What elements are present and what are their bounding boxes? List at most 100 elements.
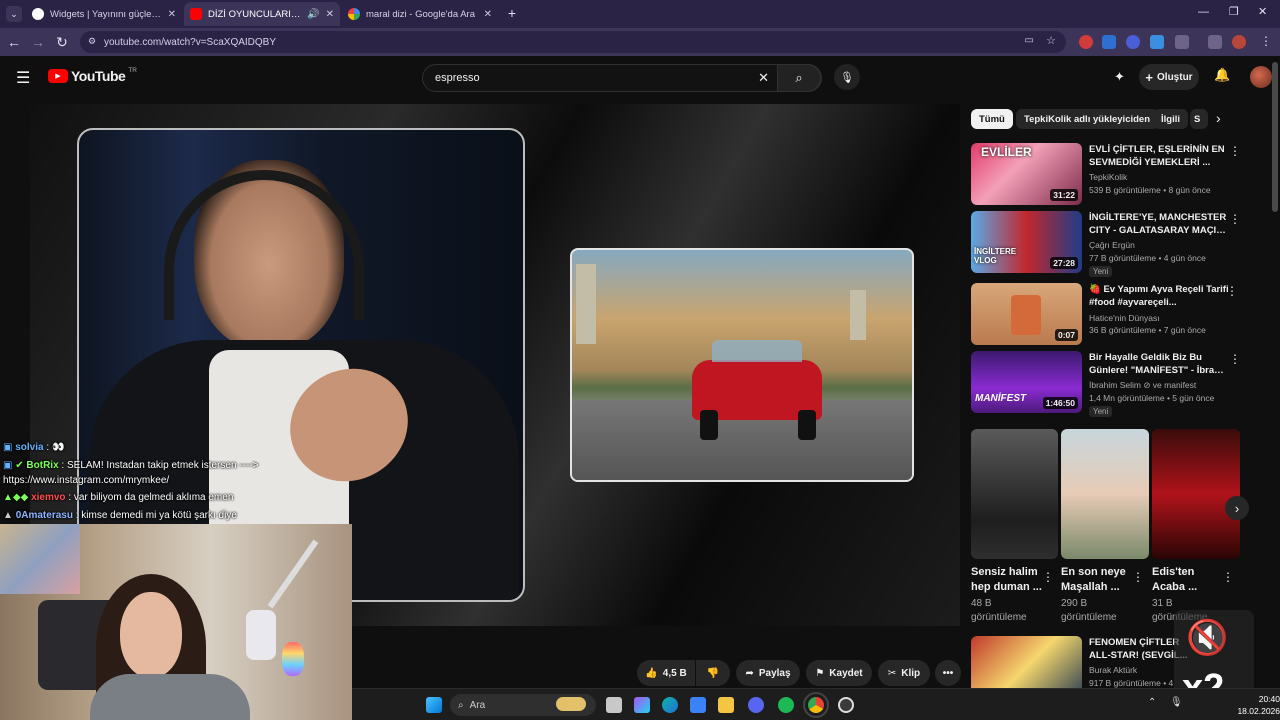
- channel-name[interactable]: Hatice'nin Dünyası: [1089, 313, 1160, 323]
- short-menu-icon[interactable]: ⋮: [1132, 571, 1144, 583]
- extension-translate-icon[interactable]: [1102, 35, 1116, 49]
- edge-browser-icon[interactable]: [662, 697, 678, 713]
- studio-icon[interactable]: ✦: [1114, 69, 1125, 85]
- video-menu-icon[interactable]: ⋮: [1229, 145, 1241, 157]
- video-title-line1[interactable]: Bir Hayalle Geldik Biz Bu: [1089, 351, 1229, 364]
- show-hidden-icons-chevron-icon[interactable]: ⌃: [1148, 697, 1156, 708]
- like-button[interactable]: 👍 4,5 B: [637, 660, 695, 686]
- notifications-bell-icon[interactable]: 🔔: [1214, 67, 1230, 83]
- discord-icon[interactable]: [748, 697, 764, 713]
- copilot-icon[interactable]: [634, 697, 650, 713]
- search-input[interactable]: espresso ✕ ⌕: [422, 64, 822, 92]
- video-title-line1[interactable]: İNGİLTERE'YE, MANCHESTER: [1089, 211, 1229, 224]
- chip-from-uploader[interactable]: TepkiKolik adlı yükleyiciden: [1016, 109, 1159, 129]
- youtube-logo[interactable]: ▶ YouTube TR: [48, 67, 137, 84]
- tab-youtube[interactable]: DİZİ OYUNCULARININ SÖYLEDİĞİ 🔊 ✕: [184, 2, 340, 26]
- restore-button[interactable]: ❐: [1229, 5, 1239, 18]
- short-title-line2[interactable]: hep duman ...: [971, 580, 1051, 595]
- video-menu-icon[interactable]: ⋮: [1226, 285, 1238, 297]
- emote-icon: 👀: [51, 442, 65, 453]
- short-menu-icon[interactable]: ⋮: [1042, 571, 1054, 583]
- speaker-icon[interactable]: 🔊: [307, 9, 319, 20]
- video-thumbnail[interactable]: İNGİLTERE VLOG 27:28: [971, 211, 1082, 273]
- taskbar-date[interactable]: 18.02.2026: [1228, 706, 1280, 716]
- video-thumbnail[interactable]: MANİFEST 1:46:50: [971, 351, 1082, 413]
- clip-button[interactable]: ✂ Klip: [878, 660, 930, 686]
- video-title-line2[interactable]: SEVMEDİĞİ YEMEKLERİ ...: [1089, 156, 1229, 169]
- video-title-line1[interactable]: 🍓 Ev Yapımı Ayva Reçeli Tarifi: [1089, 283, 1229, 296]
- forward-button[interactable]: →: [28, 32, 48, 52]
- save-button[interactable]: ⚑ Kaydet: [806, 660, 872, 686]
- extensions-puzzle-icon[interactable]: [1175, 35, 1189, 49]
- taskbar-microphone-icon[interactable]: 🎙: [1170, 697, 1183, 708]
- taskbar-search-box[interactable]: ⌕ Ara: [450, 694, 596, 716]
- chip-related[interactable]: İlgili: [1153, 109, 1188, 129]
- close-tab-icon[interactable]: ✕: [326, 9, 334, 20]
- spotify-icon[interactable]: [778, 697, 794, 713]
- dislike-button[interactable]: 👎: [696, 660, 730, 686]
- start-windows-icon[interactable]: [426, 697, 442, 713]
- voice-search-button[interactable]: 🎙: [834, 64, 860, 90]
- extension-red-icon[interactable]: [1079, 35, 1093, 49]
- search-button[interactable]: ⌕: [777, 64, 821, 92]
- channel-name[interactable]: TepkiKolik: [1089, 172, 1127, 182]
- new-tab-button[interactable]: +: [504, 5, 520, 21]
- account-avatar[interactable]: [1250, 66, 1272, 88]
- short-thumbnail[interactable]: [971, 429, 1058, 559]
- minimize-button[interactable]: —: [1198, 6, 1209, 18]
- bookmark-star-icon[interactable]: ☆: [1046, 34, 1056, 47]
- tab-search-button[interactable]: ⌄: [6, 6, 22, 22]
- taskbar-time[interactable]: 20:40: [1246, 694, 1280, 704]
- browser-menu-button[interactable]: ⋮: [1260, 34, 1272, 48]
- video-title-line2[interactable]: Günlere! "MANİFEST" - İbrahi...: [1089, 364, 1229, 377]
- reload-button[interactable]: ↻: [52, 32, 72, 52]
- extension-shield-icon[interactable]: [1150, 35, 1164, 49]
- short-thumbnail[interactable]: [1152, 429, 1240, 559]
- page-scrollbar[interactable]: [1272, 62, 1278, 212]
- video-thumbnail[interactable]: 0:07: [971, 283, 1082, 345]
- short-menu-icon[interactable]: ⋮: [1222, 571, 1234, 583]
- road-sign-left: [576, 264, 596, 344]
- extension-wave-icon[interactable]: [1126, 35, 1140, 49]
- shorts-next-button[interactable]: ›: [1225, 496, 1249, 520]
- video-title-line2[interactable]: CITY - GALATASARAY MAÇIN...: [1089, 224, 1229, 237]
- tab-google-search[interactable]: maral dizi - Google'da Ara ✕: [342, 2, 498, 26]
- video-title-line2[interactable]: #food #ayvareçeli...: [1089, 296, 1229, 309]
- more-actions-button[interactable]: •••: [935, 660, 961, 686]
- task-view-icon[interactable]: [606, 697, 622, 713]
- chip-all[interactable]: Tümü: [971, 109, 1013, 129]
- back-button[interactable]: ←: [4, 32, 24, 52]
- channel-name[interactable]: Çağrı Ergün: [1089, 240, 1135, 250]
- channel-name[interactable]: Burak Aktürk: [1089, 665, 1137, 675]
- video-menu-icon[interactable]: ⋮: [1229, 353, 1241, 365]
- microsoft-store-icon[interactable]: [690, 697, 706, 713]
- video-title-line1[interactable]: EVLİ ÇİFTLER, EŞLERİNİN EN: [1089, 143, 1229, 156]
- close-window-button[interactable]: ✕: [1258, 5, 1267, 18]
- profile-avatar-icon[interactable]: [1232, 35, 1246, 49]
- short-title-line2[interactable]: Maşallah ...: [1061, 580, 1141, 595]
- close-tab-icon[interactable]: ✕: [484, 9, 492, 20]
- clear-search-icon[interactable]: ✕: [758, 70, 769, 86]
- address-bar[interactable]: ⚙ youtube.com/watch?v=ScaXQAIDQBY ▭ ☆: [80, 31, 1066, 53]
- create-button[interactable]: + Oluştur: [1139, 64, 1199, 90]
- hamburger-menu-icon[interactable]: ☰: [16, 68, 30, 88]
- video-menu-icon[interactable]: ⋮: [1229, 213, 1241, 225]
- short-title-line1[interactable]: Edis'ten: [1152, 565, 1232, 580]
- obs-studio-icon[interactable]: [838, 697, 854, 713]
- video-thumbnail[interactable]: EVLİLER 31:22: [971, 143, 1082, 205]
- reading-list-icon[interactable]: [1208, 35, 1222, 49]
- cast-icon[interactable]: ▭: [1025, 35, 1034, 46]
- short-thumbnail[interactable]: [1061, 429, 1149, 559]
- share-button[interactable]: ➦ Paylaş: [736, 660, 800, 686]
- file-explorer-icon[interactable]: [718, 697, 734, 713]
- chrome-icon[interactable]: [803, 692, 829, 718]
- chip-more[interactable]: S: [1190, 109, 1208, 129]
- short-title-line2[interactable]: Acaba ...: [1152, 580, 1232, 595]
- channel-name[interactable]: İbrahim Selim ⊘ ve manifest: [1089, 380, 1196, 391]
- site-info-icon[interactable]: ⚙: [88, 36, 96, 47]
- close-tab-icon[interactable]: ✕: [168, 9, 176, 20]
- chips-next-chevron-icon[interactable]: ›: [1216, 110, 1221, 126]
- short-title-line1[interactable]: Sensiz halim: [971, 565, 1051, 580]
- tab-widgets[interactable]: Widgets | Yayınını güçlendirmek ✕: [26, 2, 182, 26]
- short-title-line1[interactable]: En son neye: [1061, 565, 1141, 580]
